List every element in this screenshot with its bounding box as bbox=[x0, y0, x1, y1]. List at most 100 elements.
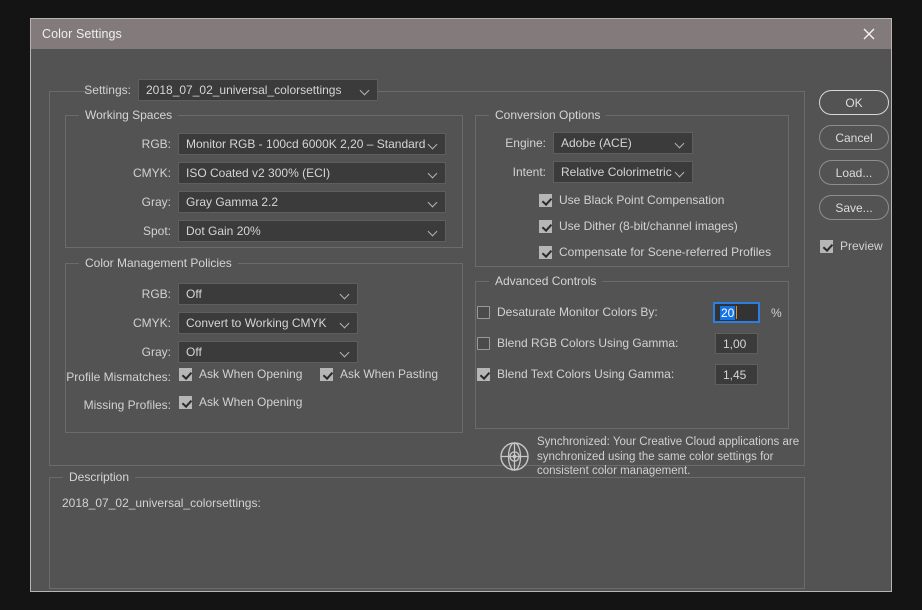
pol-cmyk-value: Convert to Working CMYK bbox=[186, 316, 327, 330]
dialog-body: Settings: 2018_07_02_universal_colorsett… bbox=[31, 49, 891, 591]
chevron-down-icon bbox=[341, 319, 350, 328]
chevron-down-icon bbox=[361, 86, 370, 95]
pol-gray-value: Off bbox=[186, 345, 202, 359]
ok-button-label: OK bbox=[845, 96, 862, 110]
desaturate-value: 20 bbox=[720, 306, 735, 320]
black-point-compensation-label: Use Black Point Compensation bbox=[559, 193, 724, 207]
settings-container-top-right bbox=[376, 91, 805, 92]
intent-value: Relative Colorimetric bbox=[561, 165, 672, 179]
chevron-down-icon bbox=[429, 227, 438, 236]
ws-spot-value: Dot Gain 20% bbox=[186, 224, 261, 238]
blend-text-gamma-input[interactable]: 1,45 bbox=[715, 364, 758, 385]
pol-gray-dropdown[interactable]: Off bbox=[178, 341, 358, 363]
pol-cmyk-dropdown[interactable]: Convert to Working CMYK bbox=[178, 312, 358, 334]
mismatch-ask-when-opening-label: Ask When Opening bbox=[199, 367, 302, 381]
cancel-button-label: Cancel bbox=[835, 131, 872, 145]
chevron-down-icon bbox=[429, 198, 438, 207]
checkbox-icon bbox=[539, 220, 552, 233]
missing-profiles-label: Missing Profiles: bbox=[61, 398, 171, 412]
dialog-title: Color Settings bbox=[42, 27, 122, 41]
blend-text-gamma-checkbox[interactable]: Blend Text Colors Using Gamma: bbox=[477, 367, 674, 381]
scene-referred-profiles-label: Compensate for Scene-referred Profiles bbox=[559, 245, 771, 259]
chevron-down-icon bbox=[341, 348, 350, 357]
checkbox-icon bbox=[477, 306, 490, 319]
pol-gray-label: Gray: bbox=[109, 345, 171, 359]
load-button[interactable]: Load... bbox=[819, 160, 889, 185]
blend-rgb-gamma-label: Blend RGB Colors Using Gamma: bbox=[497, 336, 678, 350]
checkbox-icon bbox=[820, 240, 833, 253]
sync-globe-icon bbox=[499, 441, 530, 472]
close-icon[interactable] bbox=[847, 19, 891, 49]
preview-checkbox[interactable]: Preview bbox=[820, 239, 883, 253]
settings-preset-dropdown[interactable]: 2018_07_02_universal_colorsettings bbox=[138, 79, 378, 101]
text-caret bbox=[736, 306, 737, 319]
checkbox-icon bbox=[477, 337, 490, 350]
blend-rgb-gamma-input[interactable]: 1,00 bbox=[715, 333, 758, 354]
engine-label: Engine: bbox=[486, 136, 546, 150]
checkbox-icon bbox=[320, 368, 333, 381]
blend-text-gamma-label: Blend Text Colors Using Gamma: bbox=[497, 367, 674, 381]
use-dither-checkbox[interactable]: Use Dither (8-bit/channel images) bbox=[539, 219, 738, 233]
save-button[interactable]: Save... bbox=[819, 195, 889, 220]
policies-legend: Color Management Policies bbox=[79, 256, 238, 270]
desaturate-value-input[interactable]: 20 bbox=[713, 302, 760, 323]
checkbox-icon bbox=[477, 368, 490, 381]
description-text: 2018_07_02_universal_colorsettings: bbox=[62, 496, 261, 510]
desaturate-monitor-colors-label: Desaturate Monitor Colors By: bbox=[497, 305, 658, 319]
engine-value: Adobe (ACE) bbox=[561, 136, 632, 150]
sync-status-message: Synchronized: Your Creative Cloud applic… bbox=[537, 435, 815, 479]
black-point-compensation-checkbox[interactable]: Use Black Point Compensation bbox=[539, 193, 724, 207]
working-spaces-legend: Working Spaces bbox=[79, 108, 178, 122]
checkbox-icon bbox=[539, 246, 552, 259]
engine-dropdown[interactable]: Adobe (ACE) bbox=[553, 132, 693, 154]
ws-cmyk-dropdown[interactable]: ISO Coated v2 300% (ECI) bbox=[178, 162, 446, 184]
desaturate-monitor-colors-checkbox[interactable]: Desaturate Monitor Colors By: bbox=[477, 305, 658, 319]
blend-rgb-gamma-checkbox[interactable]: Blend RGB Colors Using Gamma: bbox=[477, 336, 678, 350]
description-legend: Description bbox=[63, 470, 135, 484]
scene-referred-profiles-checkbox[interactable]: Compensate for Scene-referred Profiles bbox=[539, 245, 771, 259]
preview-label: Preview bbox=[840, 239, 883, 253]
chevron-down-icon bbox=[676, 139, 685, 148]
profile-mismatches-label: Profile Mismatches: bbox=[51, 370, 171, 384]
ok-button[interactable]: OK bbox=[819, 90, 889, 115]
pol-rgb-dropdown[interactable]: Off bbox=[178, 283, 358, 305]
checkbox-icon bbox=[179, 368, 192, 381]
ws-gray-value: Gray Gamma 2.2 bbox=[186, 195, 278, 209]
missing-ask-when-opening-label: Ask When Opening bbox=[199, 395, 302, 409]
chevron-down-icon bbox=[341, 290, 350, 299]
missing-ask-when-opening-checkbox[interactable]: Ask When Opening bbox=[179, 395, 302, 409]
advanced-controls-legend: Advanced Controls bbox=[489, 274, 602, 288]
color-settings-dialog: Color Settings Settings: 2018_07_02_univ… bbox=[30, 18, 892, 592]
chevron-down-icon bbox=[429, 140, 438, 149]
mismatch-ask-when-pasting-checkbox[interactable]: Ask When Pasting bbox=[320, 367, 438, 381]
blend-rgb-gamma-value: 1,00 bbox=[723, 337, 746, 351]
ws-cmyk-value: ISO Coated v2 300% (ECI) bbox=[186, 166, 330, 180]
load-button-label: Load... bbox=[836, 166, 873, 180]
mismatch-ask-when-opening-checkbox[interactable]: Ask When Opening bbox=[179, 367, 302, 381]
ws-spot-dropdown[interactable]: Dot Gain 20% bbox=[178, 220, 446, 242]
mismatch-ask-when-pasting-label: Ask When Pasting bbox=[340, 367, 438, 381]
ws-gray-label: Gray: bbox=[109, 195, 171, 209]
use-dither-label: Use Dither (8-bit/channel images) bbox=[559, 219, 738, 233]
ws-rgb-label: RGB: bbox=[111, 137, 171, 151]
dialog-titlebar: Color Settings bbox=[31, 19, 891, 49]
intent-dropdown[interactable]: Relative Colorimetric bbox=[553, 161, 693, 183]
description-group: Description 2018_07_02_universal_colorse… bbox=[49, 477, 805, 589]
ws-rgb-dropdown[interactable]: Monitor RGB - 100cd 6000K 2,20 – Standar… bbox=[178, 133, 446, 155]
cancel-button[interactable]: Cancel bbox=[819, 125, 889, 150]
pol-cmyk-label: CMYK: bbox=[106, 316, 171, 330]
desaturate-unit-label: % bbox=[771, 306, 791, 320]
blend-text-gamma-value: 1,45 bbox=[723, 368, 746, 382]
save-button-label: Save... bbox=[835, 201, 872, 215]
pol-rgb-value: Off bbox=[186, 287, 202, 301]
conversion-options-legend: Conversion Options bbox=[489, 108, 606, 122]
checkbox-icon bbox=[179, 396, 192, 409]
settings-preset-value: 2018_07_02_universal_colorsettings bbox=[146, 83, 341, 97]
ws-spot-label: Spot: bbox=[109, 224, 171, 238]
chevron-down-icon bbox=[676, 168, 685, 177]
chevron-down-icon bbox=[429, 169, 438, 178]
pol-rgb-label: RGB: bbox=[111, 287, 171, 301]
ws-gray-dropdown[interactable]: Gray Gamma 2.2 bbox=[178, 191, 446, 213]
checkbox-icon bbox=[539, 194, 552, 207]
settings-label: Settings: bbox=[71, 83, 131, 97]
